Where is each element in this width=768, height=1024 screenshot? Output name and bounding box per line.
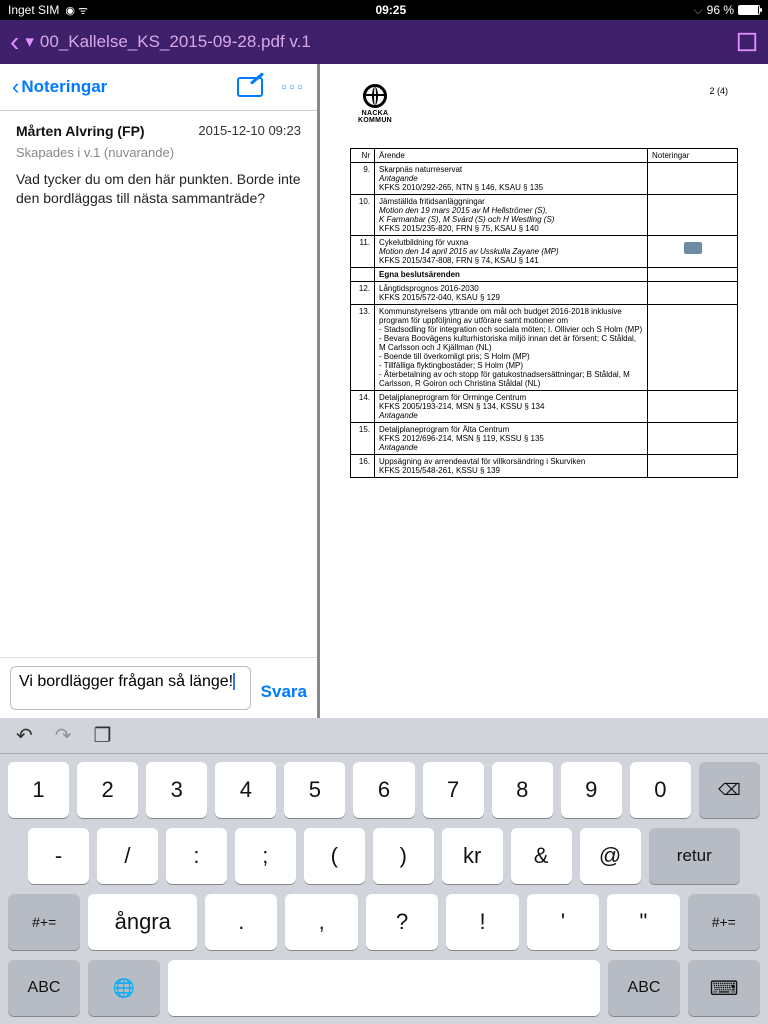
key-[interactable]: & — [511, 828, 572, 884]
key-return[interactable]: retur — [649, 828, 740, 884]
col-nr: Nr — [351, 149, 375, 163]
key-hide-keyboard-icon[interactable]: ⌨ — [688, 960, 760, 1016]
clock: 09:25 — [88, 3, 693, 17]
table-row: 10.Jämställda fritidsanläggningarMotion … — [351, 195, 738, 236]
document-nav-bar: ‹ ▾ 00_Kallelse_KS_2015-09-28.pdf v.1 — [0, 20, 768, 64]
table-row: 15.Detaljplaneprogram för Älta CentrumKF… — [351, 423, 738, 455]
key-[interactable]: . — [205, 894, 277, 950]
keyboard-toolbar: ↶ ↷ ❐ — [0, 718, 768, 754]
key-[interactable]: @ — [580, 828, 641, 884]
key-ngra[interactable]: ångra — [88, 894, 197, 950]
key-[interactable]: / — [97, 828, 158, 884]
note-timestamp: 2015-12-10 09:23 — [198, 123, 301, 139]
undo-icon[interactable]: ↶ — [16, 723, 33, 748]
status-bar: Inget SIM ◉ ᯤ 09:25 ⌵ 96 % — [0, 0, 768, 20]
notes-back-icon[interactable]: ‹ — [12, 74, 19, 100]
document-view[interactable]: 2 (4) NACKA KOMMUN Nr Ärende Noteringar … — [320, 64, 768, 718]
col-noteringar: Noteringar — [648, 149, 738, 163]
col-arende: Ärende — [375, 149, 648, 163]
bluetooth-icon: ⌵ — [694, 3, 703, 18]
key-5[interactable]: 5 — [284, 762, 345, 818]
notes-title[interactable]: Noteringar — [21, 77, 237, 97]
table-row: 13.Kommunstyrelsens yttrande om mål och … — [351, 305, 738, 391]
clipboard-icon[interactable]: ❐ — [94, 723, 112, 748]
key-7[interactable]: 7 — [423, 762, 484, 818]
crop-icon[interactable] — [736, 31, 758, 53]
keyboard: ↶ ↷ ❐ 1234567890⌫ -/:;()kr&@retur #+=ång… — [0, 718, 768, 1024]
key-9[interactable]: 9 — [561, 762, 622, 818]
key-1[interactable]: 1 — [8, 762, 69, 818]
table-row: 16.Uppsägning av arrendeavtal för villko… — [351, 455, 738, 478]
key-0[interactable]: 0 — [630, 762, 691, 818]
table-row: 9.Skarpnäs naturreservatAntagandeKFKS 20… — [351, 163, 738, 195]
agenda-table: Nr Ärende Noteringar 9.Skarpnäs naturres… — [350, 148, 738, 478]
note-body: Vad tycker du om den här punkten. Borde … — [16, 170, 301, 208]
more-icon[interactable]: ○○○ — [281, 82, 305, 93]
note-item[interactable]: Mårten Alvring (FP) 2015-12-10 09:23 Ska… — [0, 111, 317, 220]
key-[interactable]: ' — [527, 894, 599, 950]
key-[interactable]: ? — [366, 894, 438, 950]
table-row: 11.Cykelutbildning för vuxnaMotion den 1… — [351, 236, 738, 268]
dropdown-triangle-icon[interactable]: ▾ — [25, 32, 34, 52]
key-kr[interactable]: kr — [442, 828, 503, 884]
page-number: 2 (4) — [709, 86, 728, 96]
table-row: Egna beslutsärenden — [351, 268, 738, 282]
key-space[interactable] — [168, 960, 600, 1016]
back-chevron-icon[interactable]: ‹ — [10, 26, 19, 58]
compose-icon[interactable] — [237, 77, 263, 97]
note-indicator-icon[interactable] — [684, 242, 702, 254]
key-symbols-left[interactable]: #+= — [8, 894, 80, 950]
key-3[interactable]: 3 — [146, 762, 207, 818]
note-author: Mårten Alvring (FP) — [16, 123, 145, 139]
reply-button[interactable]: Svara — [261, 682, 307, 710]
reply-row: Vi bordlägger frågan så länge! Svara — [0, 657, 317, 718]
key-[interactable]: " — [607, 894, 679, 950]
carrier-label: Inget SIM — [8, 3, 59, 17]
key-abc-left[interactable]: ABC — [8, 960, 80, 1016]
key-[interactable]: ( — [304, 828, 365, 884]
battery-percent: 96 % — [707, 3, 734, 17]
reply-input[interactable]: Vi bordlägger frågan så länge! — [10, 666, 251, 710]
key-[interactable]: ! — [446, 894, 518, 950]
notes-header: ‹ Noteringar ○○○ — [0, 64, 317, 111]
key-abc-right[interactable]: ABC — [608, 960, 680, 1016]
key-4[interactable]: 4 — [215, 762, 276, 818]
key-8[interactable]: 8 — [492, 762, 553, 818]
key-[interactable]: - — [28, 828, 89, 884]
key-symbols-right[interactable]: #+= — [688, 894, 760, 950]
key-[interactable]: ; — [235, 828, 296, 884]
key-[interactable]: ) — [373, 828, 434, 884]
wifi-icon: ◉ ᯤ — [65, 3, 88, 18]
table-row: 12.Långtidsprognos 2016-2030KFKS 2015/57… — [351, 282, 738, 305]
key-2[interactable]: 2 — [77, 762, 138, 818]
key-globe-icon[interactable]: 🌐 — [88, 960, 160, 1016]
redo-icon[interactable]: ↷ — [55, 723, 72, 748]
battery-icon — [738, 5, 760, 15]
key-[interactable]: : — [166, 828, 227, 884]
table-row: 14.Detaljplaneprogram för Orminge Centru… — [351, 391, 738, 423]
notes-pane: ‹ Noteringar ○○○ Mårten Alvring (FP) 201… — [0, 64, 320, 718]
document-title: 00_Kallelse_KS_2015-09-28.pdf v.1 — [40, 32, 311, 52]
key-backspace[interactable]: ⌫ — [699, 762, 760, 818]
key-[interactable]: , — [285, 894, 357, 950]
note-created: Skapades i v.1 (nuvarande) — [16, 145, 301, 160]
key-6[interactable]: 6 — [353, 762, 414, 818]
nacka-logo: NACKA KOMMUN — [350, 84, 400, 124]
